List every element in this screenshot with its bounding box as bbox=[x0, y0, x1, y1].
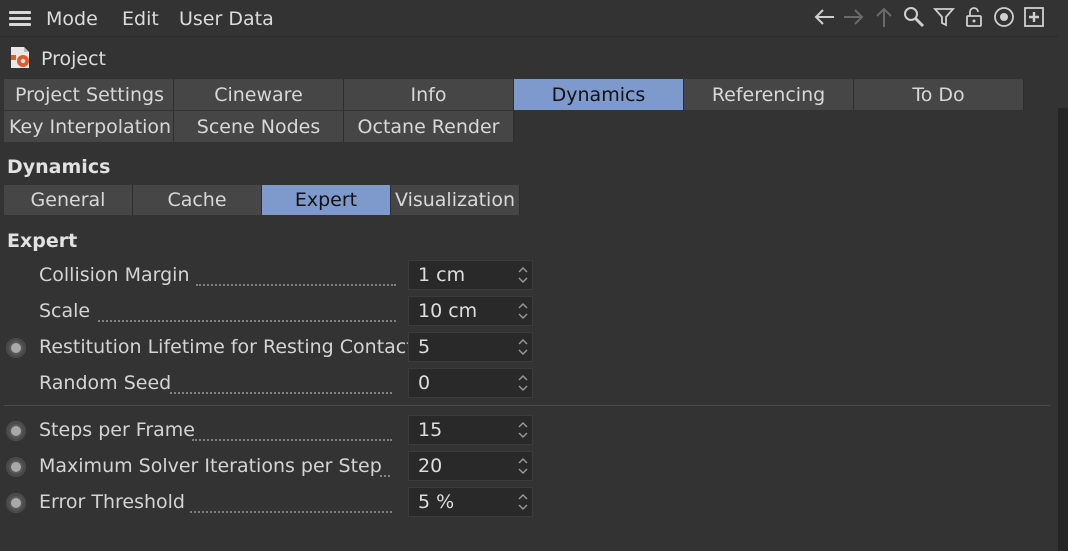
lock-icon[interactable] bbox=[962, 5, 986, 29]
spinner-arrows-icon[interactable] bbox=[517, 491, 529, 513]
field-value: 1 cm bbox=[418, 264, 466, 286]
group-title: Expert bbox=[7, 230, 78, 252]
param-row-scale: Scale 10 cm bbox=[0, 296, 540, 328]
field-value: 15 bbox=[418, 419, 443, 441]
animate-radio-icon[interactable] bbox=[6, 493, 26, 513]
target-icon[interactable] bbox=[992, 5, 1016, 29]
animate-radio-icon[interactable] bbox=[6, 338, 26, 358]
subtab-visualization[interactable]: Visualization bbox=[391, 185, 520, 215]
field-value: 0 bbox=[418, 372, 431, 394]
animate-radio-icon[interactable] bbox=[6, 457, 26, 477]
menu-edit[interactable]: Edit bbox=[122, 8, 159, 30]
param-label: Random Seed bbox=[39, 372, 172, 394]
leader-dots bbox=[380, 455, 390, 477]
filter-icon[interactable] bbox=[932, 5, 956, 29]
project-title: Project bbox=[41, 48, 107, 70]
param-row-steps-per-frame: Steps per Frame 15 bbox=[0, 415, 540, 447]
tab-key-interpolation[interactable]: Key Interpolation bbox=[4, 111, 174, 142]
tab-octane-render[interactable]: Octane Render bbox=[344, 111, 514, 142]
spinner-arrows-icon[interactable] bbox=[517, 419, 529, 441]
spinner-arrows-icon[interactable] bbox=[517, 336, 529, 358]
subtab-cache[interactable]: Cache bbox=[133, 185, 262, 215]
param-label: Steps per Frame bbox=[39, 419, 195, 441]
param-row-max-solver-iterations: Maximum Solver Iterations per Step 20 bbox=[0, 451, 540, 483]
collision-margin-field[interactable]: 1 cm bbox=[408, 260, 533, 290]
back-arrow-icon[interactable] bbox=[812, 5, 836, 29]
leader-dots bbox=[196, 264, 396, 286]
param-label: Error Threshold bbox=[39, 491, 185, 513]
tab-referencing[interactable]: Referencing bbox=[684, 79, 854, 110]
subtab-expert[interactable]: Expert bbox=[262, 185, 391, 215]
toolbar-icons bbox=[812, 5, 1046, 29]
steps-per-frame-field[interactable]: 15 bbox=[408, 415, 533, 445]
tab-dynamics[interactable]: Dynamics bbox=[514, 79, 684, 110]
spinner-arrows-icon[interactable] bbox=[517, 372, 529, 394]
main-tabs: Project Settings Cineware Info Dynamics … bbox=[4, 79, 1030, 143]
tab-to-do[interactable]: To Do bbox=[854, 79, 1024, 110]
animate-radio-icon[interactable] bbox=[6, 421, 26, 441]
search-icon[interactable] bbox=[902, 5, 926, 29]
section-title: Dynamics bbox=[7, 156, 111, 178]
scale-field[interactable]: 10 cm bbox=[408, 296, 533, 326]
spinner-arrows-icon[interactable] bbox=[517, 264, 529, 286]
menu-bar: Mode Edit User Data bbox=[0, 0, 1058, 37]
param-label: Restitution Lifetime for Resting Contact bbox=[39, 336, 414, 358]
param-row-collision-margin: Collision Margin 1 cm bbox=[0, 260, 540, 292]
leader-dots bbox=[170, 372, 392, 394]
param-row-error-threshold: Error Threshold 5 % bbox=[0, 487, 540, 519]
hamburger-menu-icon[interactable] bbox=[9, 11, 31, 26]
spinner-arrows-icon[interactable] bbox=[517, 300, 529, 322]
forward-arrow-icon[interactable] bbox=[842, 5, 866, 29]
leader-dots bbox=[98, 300, 396, 322]
leader-dots bbox=[190, 491, 392, 513]
field-value: 5 % bbox=[418, 491, 455, 513]
menu-user-data[interactable]: User Data bbox=[179, 8, 274, 30]
new-panel-icon[interactable] bbox=[1022, 5, 1046, 29]
panel-edge bbox=[1058, 0, 1068, 551]
tab-project-settings[interactable]: Project Settings bbox=[4, 79, 174, 110]
param-row-restitution-lifetime: Restitution Lifetime for Resting Contact… bbox=[0, 332, 540, 364]
max-solver-iterations-field[interactable]: 20 bbox=[408, 451, 533, 481]
field-value: 10 cm bbox=[418, 300, 478, 322]
sub-tabs: General Cache Expert Visualization bbox=[4, 185, 520, 215]
tab-info[interactable]: Info bbox=[344, 79, 514, 110]
param-label: Maximum Solver Iterations per Step bbox=[39, 455, 382, 477]
menu-mode[interactable]: Mode bbox=[46, 8, 98, 30]
up-arrow-icon[interactable] bbox=[872, 5, 896, 29]
field-value: 20 bbox=[418, 455, 443, 477]
group-divider bbox=[4, 405, 1050, 406]
subtab-general[interactable]: General bbox=[4, 185, 133, 215]
param-row-random-seed: Random Seed 0 bbox=[0, 368, 540, 400]
error-threshold-field[interactable]: 5 % bbox=[408, 487, 533, 517]
param-label: Scale bbox=[39, 300, 91, 322]
project-header: Project bbox=[8, 44, 106, 74]
tab-cineware[interactable]: Cineware bbox=[174, 79, 344, 110]
restitution-lifetime-field[interactable]: 5 bbox=[408, 332, 533, 362]
project-icon bbox=[8, 43, 34, 75]
spinner-arrows-icon[interactable] bbox=[517, 455, 529, 477]
field-value: 5 bbox=[418, 336, 431, 358]
leader-dots bbox=[192, 419, 392, 441]
param-label: Collision Margin bbox=[39, 264, 190, 286]
random-seed-field[interactable]: 0 bbox=[408, 368, 533, 398]
tab-scene-nodes[interactable]: Scene Nodes bbox=[174, 111, 344, 142]
